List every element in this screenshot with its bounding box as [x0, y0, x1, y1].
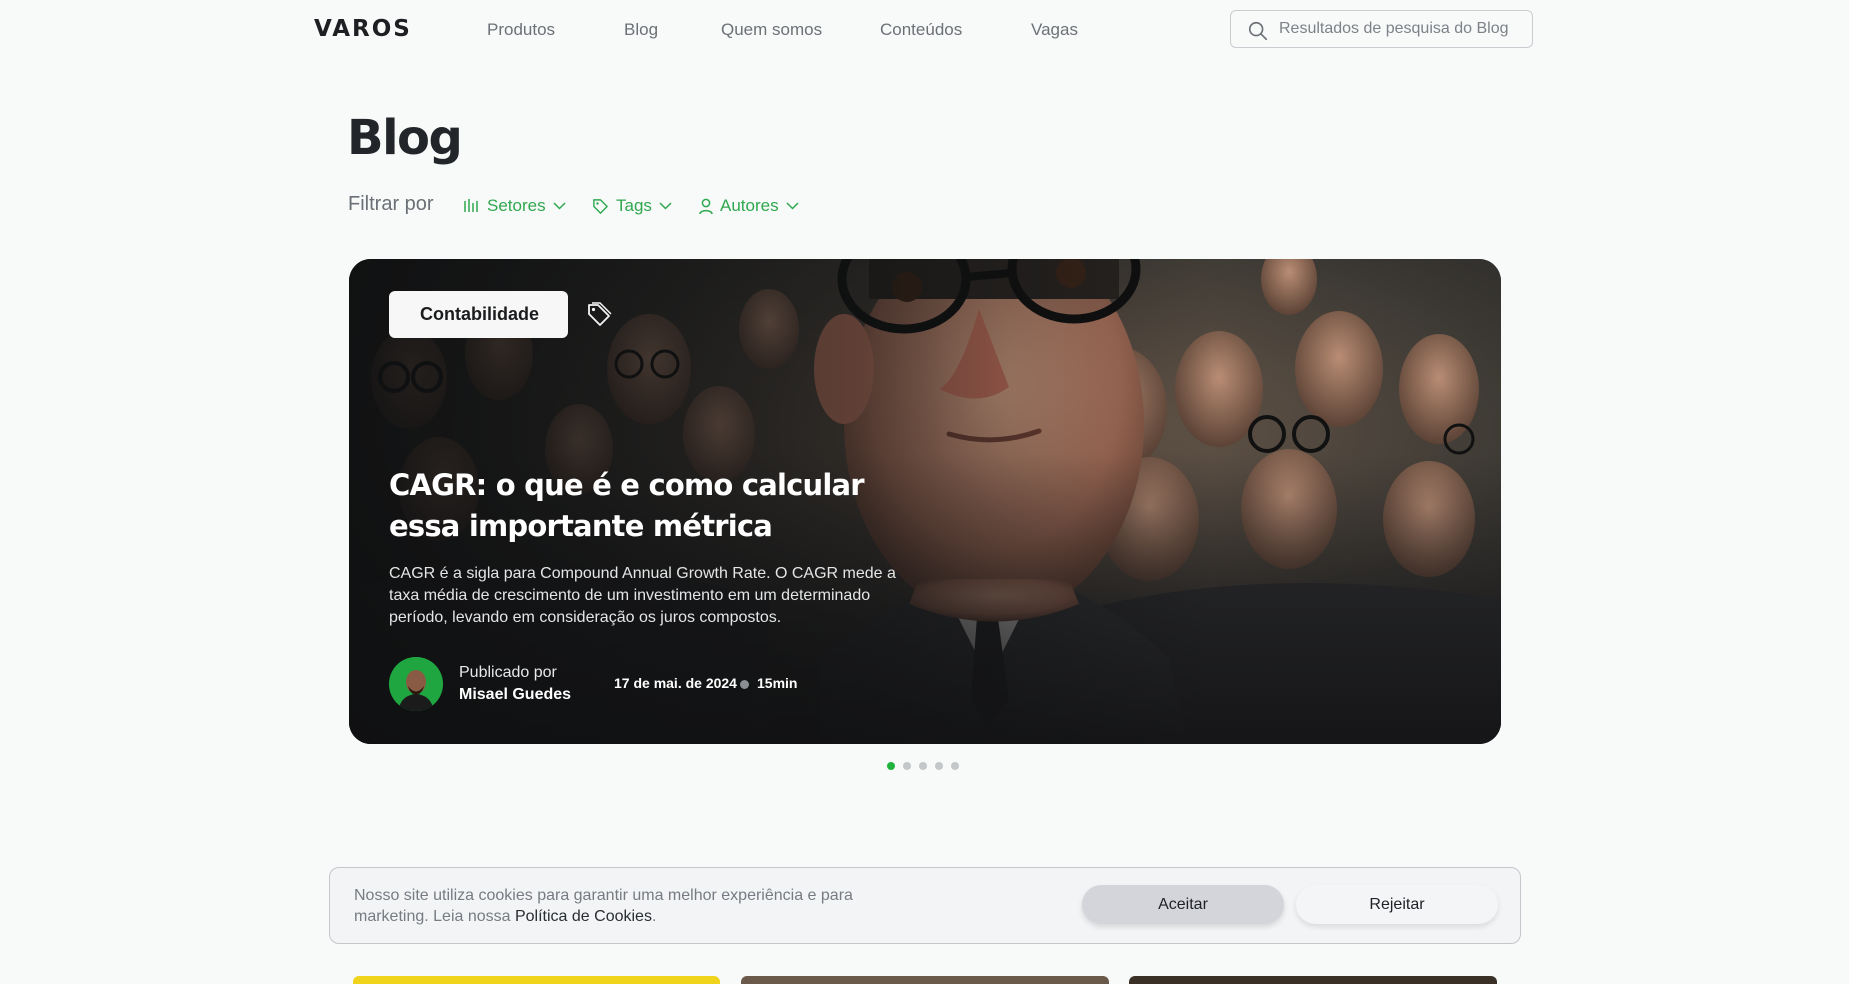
post-thumbnail[interactable]	[353, 976, 720, 984]
carousel-dot-5[interactable]	[951, 762, 959, 770]
filter-tags[interactable]: Tags	[592, 194, 672, 218]
user-icon	[699, 198, 713, 214]
carousel-dots	[887, 762, 959, 770]
carousel-dot-1[interactable]	[887, 762, 895, 770]
nav-vagas[interactable]: Vagas	[1031, 20, 1078, 40]
filter-autores-label: Autores	[720, 196, 779, 215]
post-date: 17 de mai. de 2024	[614, 675, 737, 691]
nav-conteudos[interactable]: Conteúdos	[880, 20, 962, 40]
page-title: Blog	[347, 110, 463, 166]
featured-post-card[interactable]: Contabilidade CAGR: o que é e como calcu…	[349, 259, 1501, 744]
search-input[interactable]	[1279, 11, 1524, 47]
cookie-banner: Nosso site utiliza cookies para garantir…	[329, 867, 1521, 944]
chevron-down-icon	[659, 202, 672, 210]
chevron-down-icon	[553, 202, 566, 210]
carousel-dot-3[interactable]	[919, 762, 927, 770]
filter-tags-label: Tags	[616, 196, 652, 215]
post-thumbnail[interactable]	[1129, 976, 1497, 984]
chevron-down-icon	[786, 202, 799, 210]
read-time: 15min	[757, 675, 798, 691]
nav-quem-somos[interactable]: Quem somos	[721, 20, 822, 40]
accept-cookies-button[interactable]: Aceitar	[1082, 885, 1284, 924]
sectors-icon	[464, 199, 478, 212]
category-badge[interactable]: Contabilidade	[389, 291, 568, 338]
filter-setores[interactable]: Setores	[463, 194, 566, 218]
author-name[interactable]: Misael Guedes	[459, 686, 571, 704]
search-icon	[1248, 21, 1268, 41]
carousel-dot-2[interactable]	[903, 762, 911, 770]
post-thumbnail[interactable]	[741, 976, 1109, 984]
carousel-dot-4[interactable]	[935, 762, 943, 770]
tag-icon	[593, 198, 608, 214]
meta-separator	[740, 680, 749, 689]
published-by-label: Publicado por	[459, 664, 557, 681]
nav-blog[interactable]: Blog	[624, 20, 658, 40]
nav-produtos[interactable]: Produtos	[487, 20, 555, 40]
cookie-policy-link[interactable]: Política de Cookies	[515, 908, 652, 925]
varos-logo[interactable]: VAROS	[314, 16, 412, 42]
author-avatar[interactable]	[389, 657, 443, 711]
post-excerpt: CAGR é a sigla para Compound Annual Grow…	[389, 565, 896, 626]
post-title[interactable]: CAGR: o que é e como calcular essa impor…	[389, 465, 889, 547]
filter-autores[interactable]: Autores	[699, 194, 799, 218]
cookie-message: Nosso site utiliza cookies para garantir…	[354, 887, 853, 925]
reject-cookies-button[interactable]: Rejeitar	[1296, 885, 1498, 924]
filter-label: Filtrar por	[348, 193, 434, 215]
tag-icon	[588, 302, 612, 326]
blog-search[interactable]	[1230, 10, 1533, 48]
filter-setores-label: Setores	[487, 196, 546, 215]
